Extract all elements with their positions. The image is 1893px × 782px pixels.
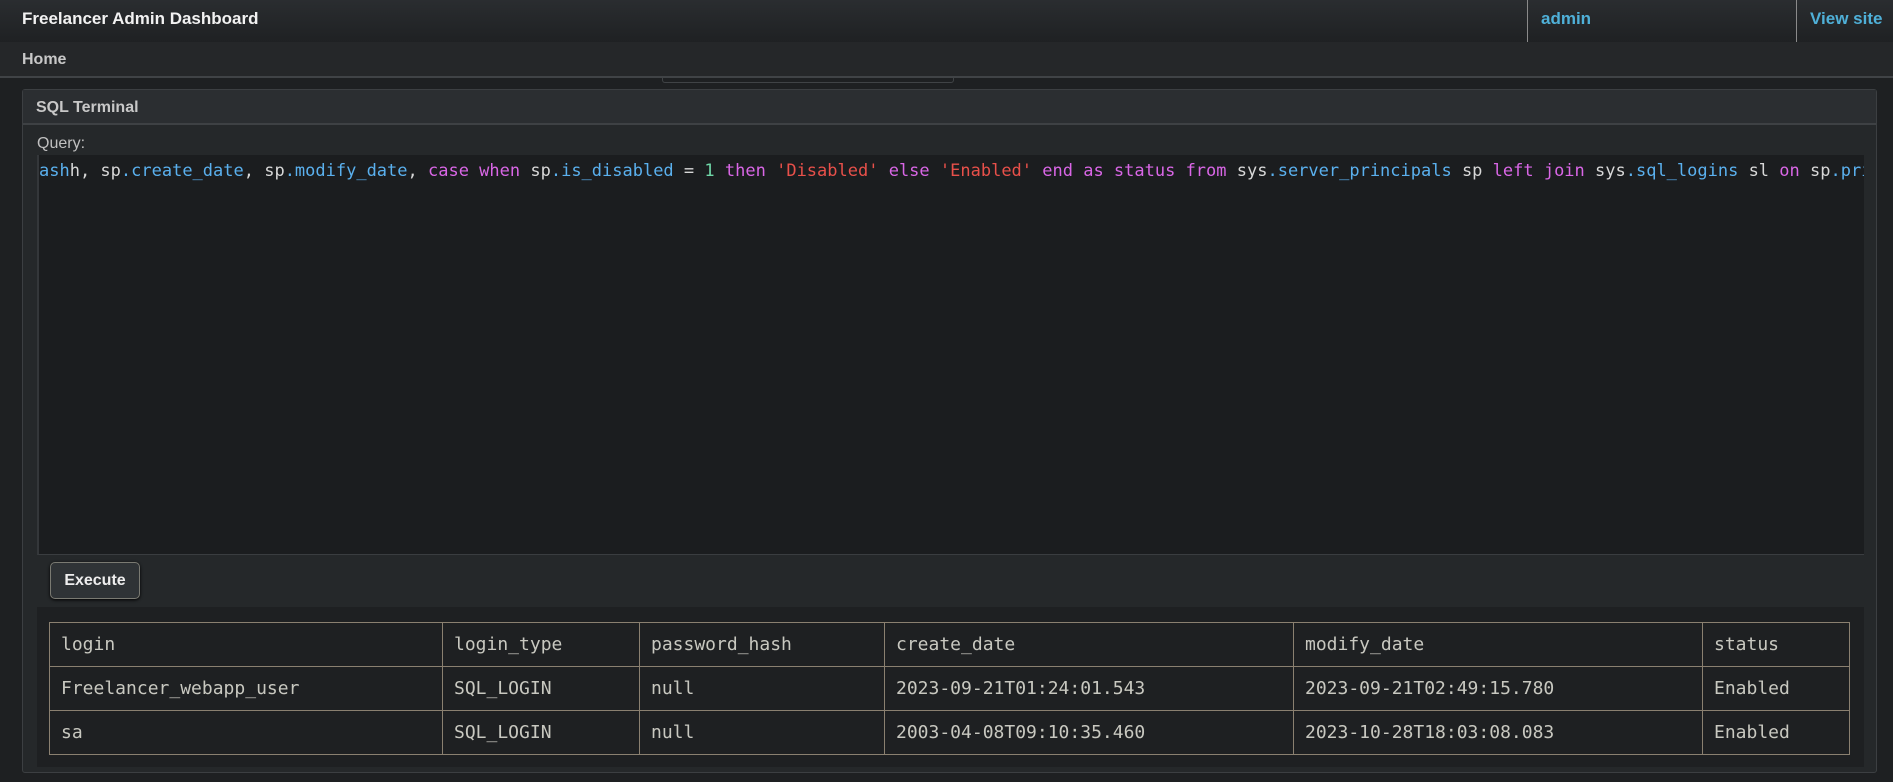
table-cell: null bbox=[639, 710, 885, 755]
tab-handle bbox=[662, 78, 954, 83]
code-token: .create_date bbox=[120, 161, 244, 181]
code-token: , sp bbox=[243, 161, 285, 181]
breadcrumb: Home bbox=[0, 42, 1893, 78]
table-cell: 2003-04-08T09:10:35.460 bbox=[884, 710, 1294, 755]
query-editor[interactable]: ashh, sp.create_date, sp.modify_date, ca… bbox=[37, 155, 1864, 555]
code-token: sp bbox=[1799, 161, 1831, 181]
table-cell: Enabled bbox=[1702, 666, 1850, 711]
table-cell: Enabled bbox=[1702, 710, 1850, 755]
column-header-create-date: create_date bbox=[884, 622, 1294, 667]
code-token: = bbox=[673, 161, 705, 181]
code-token: on bbox=[1779, 161, 1800, 181]
column-header-status: status bbox=[1702, 622, 1850, 667]
sql-terminal-panel: SQL Terminal Query: ashh, sp.create_date… bbox=[22, 89, 1877, 773]
code-token: sp bbox=[520, 161, 551, 181]
top-bar: Freelancer Admin Dashboard admin View si… bbox=[0, 0, 1893, 42]
table-cell: SQL_LOGIN bbox=[442, 666, 640, 711]
code-token: h, sp bbox=[69, 161, 121, 181]
code-token: , bbox=[407, 161, 428, 181]
code-token: .principal_id bbox=[1830, 161, 1864, 181]
code-token: sl bbox=[1738, 161, 1780, 181]
table-row: sa SQL_LOGIN null 2003-04-08T09:10:35.460 20… bbox=[49, 710, 1850, 755]
table-cell: null bbox=[639, 666, 885, 711]
code-token: left join bbox=[1492, 161, 1585, 181]
panel-title: SQL Terminal bbox=[23, 90, 1876, 125]
execute-button[interactable]: Execute bbox=[50, 562, 140, 599]
admin-user-link[interactable]: admin bbox=[1527, 0, 1797, 42]
code-token: sp bbox=[1451, 161, 1493, 181]
table-header-row: login login_type password_hash create_date m… bbox=[49, 622, 1850, 667]
code-token: else bbox=[888, 161, 930, 181]
results-area: login login_type password_hash create_date m… bbox=[37, 607, 1864, 767]
column-header-password-hash: password_hash bbox=[639, 622, 885, 667]
code-token: sys bbox=[1226, 161, 1268, 181]
code-token: 'Enabled' bbox=[939, 161, 1033, 181]
code-token: ash bbox=[39, 161, 70, 181]
code-token: case when bbox=[428, 161, 521, 181]
code-token: 1 bbox=[704, 161, 715, 181]
column-header-login: login bbox=[49, 622, 443, 667]
table-cell: sa bbox=[49, 710, 443, 755]
query-label: Query: bbox=[37, 135, 86, 152]
code-token: .modify_date bbox=[284, 161, 408, 181]
view-site-link[interactable]: View site bbox=[1796, 0, 1893, 42]
code-token: end as status from bbox=[1042, 161, 1227, 181]
breadcrumb-home[interactable]: Home bbox=[22, 51, 66, 69]
site-title: Freelancer Admin Dashboard bbox=[22, 9, 259, 28]
table-cell: SQL_LOGIN bbox=[442, 710, 640, 755]
code-token: sys bbox=[1584, 161, 1626, 181]
table-cell: 2023-09-21T02:49:15.780 bbox=[1293, 666, 1703, 711]
results-table: login login_type password_hash create_date m… bbox=[49, 622, 1850, 755]
table-cell: 2023-10-28T18:03:08.083 bbox=[1293, 710, 1703, 755]
table-cell: 2023-09-21T01:24:01.543 bbox=[884, 666, 1294, 711]
column-header-login-type: login_type bbox=[442, 622, 640, 667]
column-header-modify-date: modify_date bbox=[1293, 622, 1703, 667]
table-cell: Freelancer_webapp_user bbox=[49, 666, 443, 711]
code-token: then bbox=[724, 161, 766, 181]
query-code[interactable]: ashh, sp.create_date, sp.modify_date, ca… bbox=[39, 161, 1864, 181]
code-token: .is_disabled bbox=[550, 161, 674, 181]
table-row: Freelancer_webapp_user SQL_LOGIN null 2023-… bbox=[49, 666, 1850, 711]
code-token: .server_principals bbox=[1267, 161, 1452, 181]
code-token: 'Disabled' bbox=[776, 161, 879, 181]
code-token: .sql_logins bbox=[1625, 161, 1739, 181]
